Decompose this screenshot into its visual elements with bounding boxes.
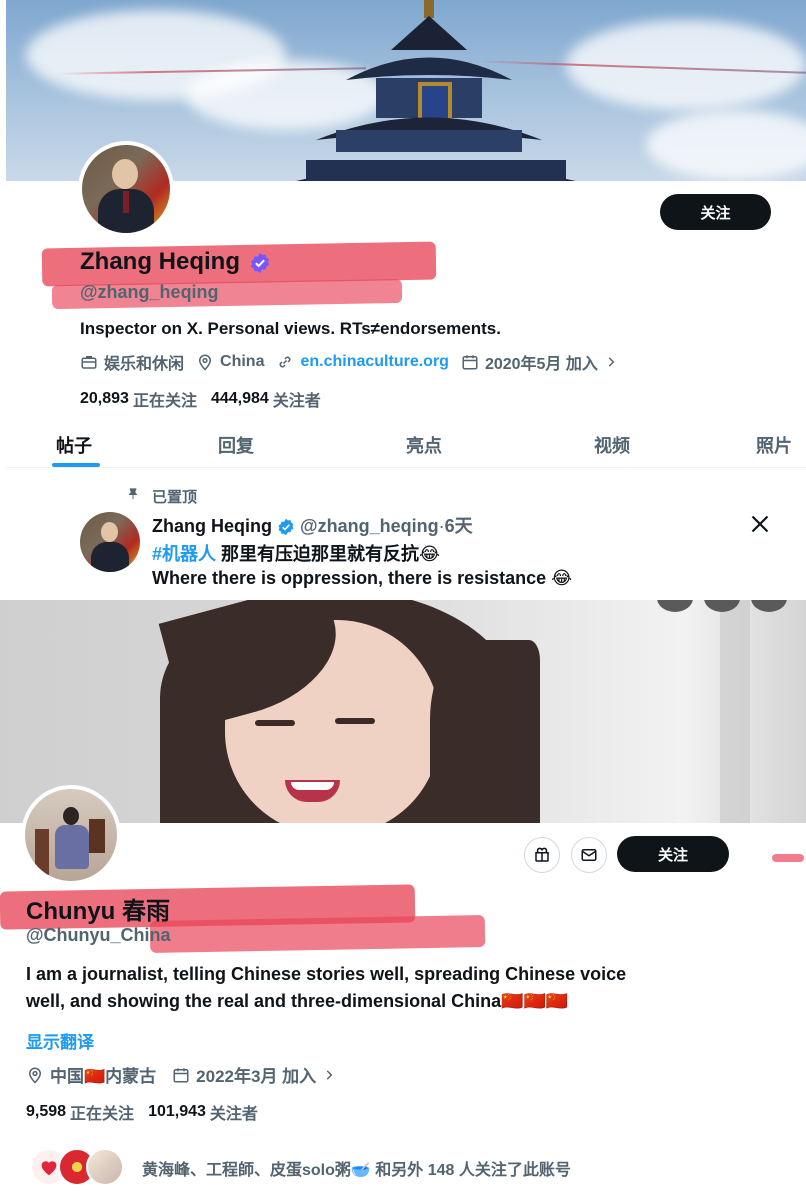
redaction-highlight	[772, 854, 804, 862]
verified-badge-icon	[250, 252, 269, 273]
profile-bio-line1: I am a journalist, telling Chinese stori…	[26, 964, 627, 984]
tweet-header: Zhang Heqing @zhang_heqing·6天	[152, 512, 473, 538]
show-translation-link[interactable]: 显示翻译	[26, 1028, 94, 1053]
tab-highlights[interactable]: 亮点	[406, 432, 442, 458]
hashtag-link[interactable]: #机器人	[152, 544, 216, 564]
tweet-time[interactable]: 6天	[445, 516, 473, 536]
profile-website-link[interactable]: en.chinaculture.org	[300, 353, 448, 371]
message-button[interactable]	[571, 837, 607, 873]
gift-button[interactable]	[524, 837, 560, 873]
profile-zhang-heqing: 关注 Zhang Heqing @zhang_heqing Inspector …	[6, 0, 806, 600]
chevron-right-icon[interactable]	[322, 1068, 336, 1082]
pin-icon	[128, 488, 138, 500]
profile-joined: 2022年3月 加入	[196, 1067, 317, 1086]
briefcase-icon	[81, 356, 97, 369]
followers-label[interactable]: 关注者	[273, 387, 321, 411]
calendar-icon	[462, 355, 478, 370]
followers-label[interactable]: 关注者	[210, 1100, 258, 1124]
profile-name: Chunyu 春雨	[26, 898, 170, 925]
profile-name: Zhang Heqing	[80, 248, 271, 276]
followed-by-row[interactable]: 黄海峰、工程師、皮蛋solo粥🥣 和另外 148 人关注了此账号	[30, 1148, 730, 1188]
profile-chunyu: 关注 Chunyu 春雨 @Chunyu_China I am a journa…	[0, 600, 806, 1200]
profile-location: China	[220, 353, 265, 370]
profile-bio-line2: well, and showing the real and three-dim…	[26, 991, 569, 1011]
profile-category: 娱乐和休闲	[104, 356, 185, 373]
calendar-icon	[173, 1067, 189, 1082]
following-count[interactable]: 9,598	[26, 1103, 66, 1121]
followers-count[interactable]: 101,943	[148, 1103, 206, 1121]
tab-posts[interactable]: 帖子	[56, 432, 92, 458]
profile-stats: 20,893 正在关注 444,984 关注者	[80, 387, 321, 411]
profile-bio: Inspector on X. Personal views. RTs≠endo…	[80, 319, 501, 338]
profile-name-text: Zhang Heqing	[80, 248, 240, 275]
profile-location: 中国🇨🇳内蒙古	[50, 1067, 157, 1086]
tweet-author-name[interactable]: Zhang Heqing	[152, 516, 272, 536]
profile-meta-row: 娱乐和休闲 China en.chinaculture.org 2020年5月 …	[80, 350, 618, 374]
divider	[6, 467, 806, 468]
tab-photos[interactable]: 照片	[756, 432, 792, 458]
profile-stats: 9,598 正在关注 101,943 关注者	[26, 1100, 258, 1124]
follow-button[interactable]: 关注	[660, 194, 771, 230]
mail-icon	[581, 849, 597, 861]
following-label[interactable]: 正在关注	[70, 1100, 134, 1124]
pinned-tweet[interactable]: 已置顶 Zhang Heqing @zhang_heqing·6天 #机器人 那…	[6, 470, 806, 600]
tweet-text-line1: #机器人 那里有压迫那里就有反抗😂	[152, 540, 440, 566]
follow-button[interactable]: 关注	[617, 836, 729, 872]
profile-handle: @Chunyu_China	[26, 925, 171, 945]
location-icon	[28, 1067, 42, 1084]
followers-count[interactable]: 444,984	[211, 390, 269, 408]
gift-icon	[535, 847, 549, 862]
profile-handle: @zhang_heqing	[80, 282, 219, 302]
tab-replies[interactable]: 回复	[218, 432, 254, 458]
tweet-text-line2: Where there is oppression, there is resi…	[152, 568, 573, 588]
temple-image	[296, 0, 576, 181]
pinned-label: 已置顶	[152, 489, 198, 506]
followed-by-text: 黄海峰、工程師、皮蛋solo粥🥣 和另外 148 人关注了此账号	[142, 1162, 571, 1179]
tweet-text-cn: 那里有压迫那里就有反抗😂	[221, 544, 441, 564]
x-logo-icon[interactable]	[750, 514, 770, 534]
tab-videos[interactable]: 视频	[594, 432, 630, 458]
location-icon	[199, 354, 212, 371]
follower-avatar	[86, 1148, 124, 1186]
link-icon	[280, 356, 291, 368]
profile-avatar[interactable]	[78, 141, 174, 237]
profile-avatar[interactable]	[21, 785, 121, 885]
tweet-author-handle[interactable]: @zhang_heqing	[300, 516, 439, 536]
profile-banner[interactable]	[0, 600, 806, 823]
tweet-author-avatar[interactable]	[78, 510, 142, 574]
chevron-right-icon[interactable]	[604, 355, 618, 369]
profile-joined: 2020年5月 加入	[484, 356, 598, 373]
heart-icon	[41, 1161, 57, 1176]
profile-meta-row: 中国🇨🇳内蒙古 2022年3月 加入	[26, 1062, 336, 1087]
verified-badge-icon	[278, 519, 294, 536]
following-count[interactable]: 20,893	[80, 390, 129, 408]
following-label[interactable]: 正在关注	[133, 387, 197, 411]
redaction-highlight	[149, 915, 486, 953]
